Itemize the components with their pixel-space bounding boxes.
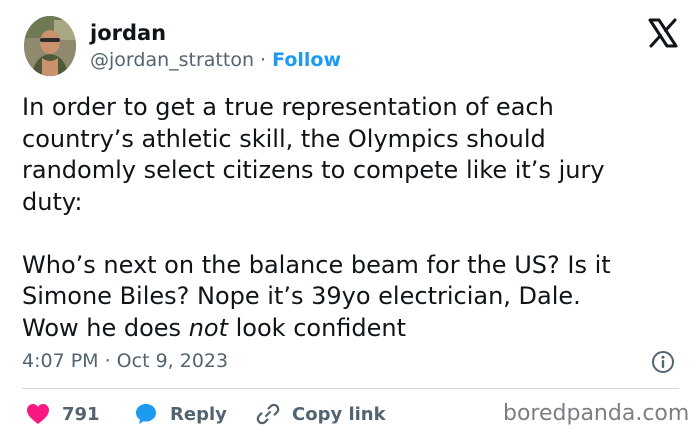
x-logo-icon[interactable] — [648, 18, 678, 48]
author-handle[interactable]: @jordan_stratton — [90, 49, 254, 71]
tweet-line-1: In order to get a true representation of… — [22, 93, 554, 121]
watermark-logo: boredpanda.com — [503, 401, 690, 426]
copy-link-label: Copy link — [292, 403, 386, 425]
speech-bubble-icon — [136, 404, 156, 424]
tweet-line-5: Who’s next on the balance beam for the U… — [22, 250, 611, 279]
reply-label: Reply — [170, 403, 227, 425]
author-handle-line: @jordan_stratton · Follow — [90, 48, 341, 72]
copy-link-button[interactable]: Copy link — [256, 400, 386, 428]
tweet-line-3: randomly select citizens to compete like… — [22, 156, 605, 184]
info-icon[interactable] — [651, 350, 675, 374]
avatar[interactable] — [24, 16, 76, 76]
follow-button[interactable]: Follow — [272, 49, 341, 71]
heart-icon — [27, 404, 49, 424]
reply-button[interactable]: Reply — [134, 400, 227, 428]
tweet-timestamp[interactable]: 4:07 PM · Oct 9, 2023 — [22, 349, 228, 373]
tweet-line-7-post: look confident — [228, 313, 407, 342]
tweet-line-7-pre: Wow he does — [22, 313, 189, 342]
tweet-line-4: duty: — [22, 187, 83, 216]
tweet-emphasis: not — [188, 313, 228, 342]
handle-separator: · — [254, 49, 273, 71]
like-count: 791 — [62, 403, 100, 425]
divider — [22, 388, 679, 389]
tweet-text: In order to get a true representation of… — [22, 92, 682, 344]
like-button[interactable]: 791 — [26, 400, 100, 428]
author-name[interactable]: jordan — [90, 20, 166, 46]
link-icon — [256, 403, 280, 425]
tweet-line-6: Simone Biles? Nope it’s 39yo electrician… — [22, 282, 581, 310]
tweet-line-2: country’s athletic skill, the Olympics s… — [22, 124, 546, 153]
